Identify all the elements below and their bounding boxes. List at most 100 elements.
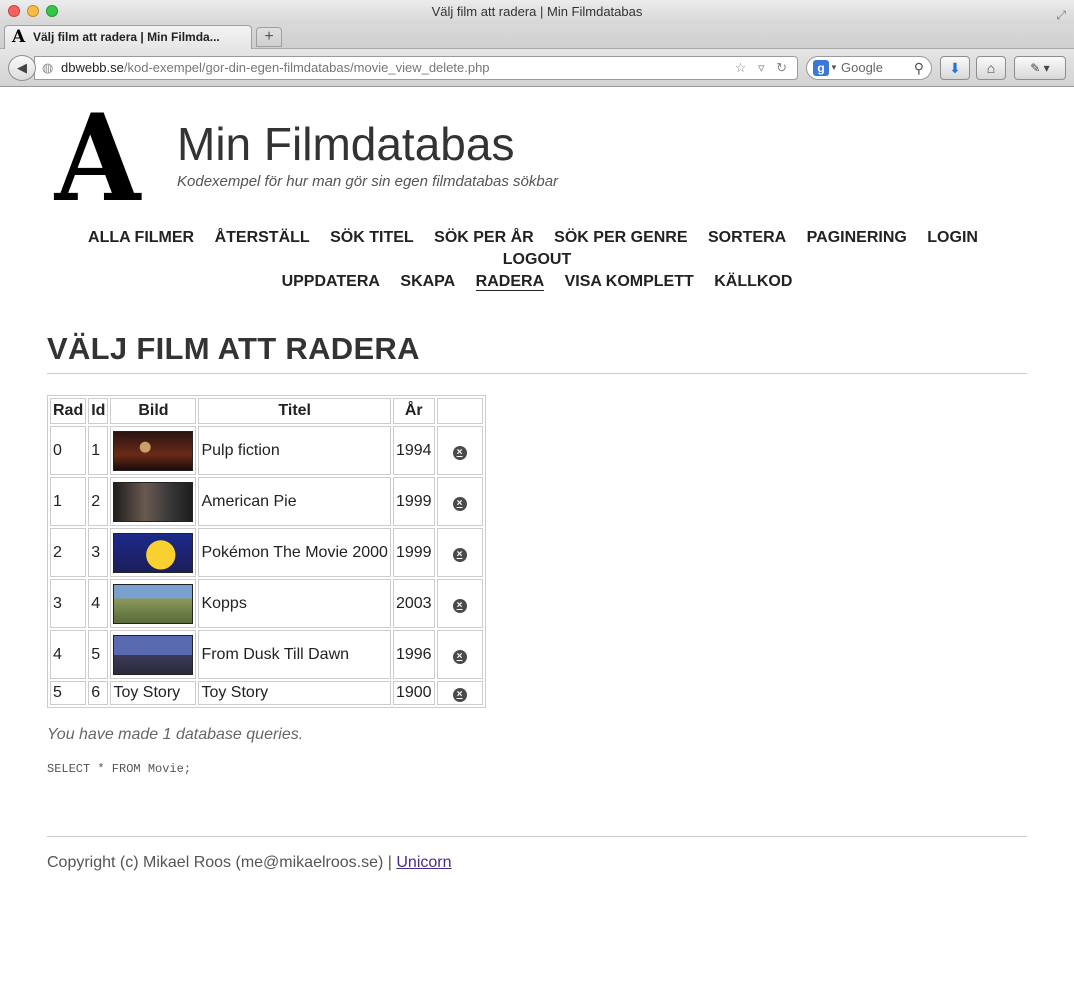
- image-cell: [110, 477, 197, 526]
- year-cell: 1900: [392, 681, 435, 705]
- search-input[interactable]: g ▼ Google ⚲: [806, 56, 932, 80]
- delete-cell: ×: [436, 630, 483, 679]
- year-cell: 2003: [392, 579, 435, 628]
- tab-label: Välj film att radera | Min Filmda...: [33, 30, 220, 44]
- table-row: 1 2 American Pie 1999 ×: [50, 477, 483, 526]
- footer-divider: [47, 836, 1027, 837]
- row-number-cell: 0: [50, 426, 87, 475]
- zoom-window-button[interactable]: [46, 5, 58, 17]
- table-row: 3 4 Kopps 2003 ×: [50, 579, 483, 628]
- from-dusk-thumb: [113, 634, 194, 675]
- table-row: 5 6 Toy Story Toy Story 1900 ×: [50, 681, 483, 705]
- id-cell: 5: [88, 630, 109, 679]
- main-navbar: ALLA FILMER ÅTERSTÄLL SÖK TITEL SÖK PER …: [47, 227, 1027, 293]
- delete-cell: ×: [436, 528, 483, 577]
- column-header: Id: [88, 398, 109, 424]
- nav-link-paginering[interactable]: PAGINERING: [807, 229, 907, 246]
- nav-link-visa-komplett[interactable]: VISA KOMPLETT: [565, 273, 694, 290]
- year-cell: 1994: [392, 426, 435, 475]
- column-header: Rad: [50, 398, 87, 424]
- back-button[interactable]: ◀: [8, 55, 36, 81]
- image-cell: [110, 528, 197, 577]
- chevron-down-icon[interactable]: ▼: [830, 57, 838, 79]
- site-title: Min Filmdatabas: [177, 118, 515, 170]
- delete-cell: ×: [436, 426, 483, 475]
- id-cell: 4: [88, 579, 109, 628]
- title-cell: Pulp fiction: [198, 426, 391, 475]
- globe-icon: ◍: [42, 60, 54, 75]
- image-cell: [110, 426, 197, 475]
- minimize-window-button[interactable]: [27, 5, 39, 17]
- nav-link-återställ[interactable]: ÅTERSTÄLL: [215, 229, 310, 246]
- row-number-cell: 2: [50, 528, 87, 577]
- id-cell: 2: [88, 477, 109, 526]
- title-cell: Kopps: [198, 579, 391, 628]
- window-title: Välj film att radera | Min Filmdatabas: [431, 4, 643, 19]
- delete-cell: ×: [436, 477, 483, 526]
- column-header: Bild: [110, 398, 197, 424]
- id-cell: 1: [88, 426, 109, 475]
- url-host: dbwebb.se: [61, 60, 124, 75]
- title-cell: From Dusk Till Dawn: [198, 630, 391, 679]
- table-row: 0 1 Pulp fiction 1994 ×: [50, 426, 483, 475]
- delete-icon[interactable]: ×: [452, 598, 467, 613]
- nav-link-radera[interactable]: RADERA: [475, 273, 545, 291]
- nav-link-källkod[interactable]: KÄLLKOD: [714, 273, 792, 290]
- sql-query: SELECT * FROM Movie;: [47, 762, 192, 776]
- column-header: [436, 398, 483, 424]
- row-number-cell: 1: [50, 477, 87, 526]
- home-button[interactable]: ⌂: [976, 56, 1006, 80]
- window-controls: [8, 5, 58, 17]
- download-button[interactable]: ⬇: [940, 56, 970, 80]
- image-alt-cell: Toy Story: [110, 681, 197, 705]
- page-content: A Min Filmdatabas Kodexempel för hur man…: [0, 87, 1074, 872]
- nav-link-alla-filmer[interactable]: ALLA FILMER: [88, 229, 194, 246]
- delete-cell: ×: [436, 681, 483, 705]
- address-bar[interactable]: ◍ dbwebb.se/kod-exempel/gor-din-egen-fil…: [34, 56, 798, 80]
- tab-bar: A Välj film att radera | Min Filmda... +: [0, 24, 1074, 49]
- delete-icon[interactable]: ×: [452, 445, 467, 460]
- delete-icon[interactable]: ×: [452, 649, 467, 664]
- site-logo[interactable]: A: [55, 99, 141, 219]
- page-title: VÄLJ FILM ATT RADERA: [47, 331, 1027, 374]
- table-row: 4 5 From Dusk Till Dawn 1996 ×: [50, 630, 483, 679]
- nav-link-sök-per-år[interactable]: SÖK PER ÅR: [434, 229, 534, 246]
- nav-link-sök-titel[interactable]: SÖK TITEL: [330, 229, 414, 246]
- nav-link-sök-per-genre[interactable]: SÖK PER GENRE: [554, 229, 687, 246]
- delete-icon[interactable]: ×: [452, 496, 467, 511]
- site-footer: Copyright (c) Mikael Roos (me@mikaelroos…: [47, 854, 1027, 872]
- bookmark-star-icon[interactable]: ☆ ▿ ↻: [735, 57, 791, 79]
- movie-table: Rad Id Bild Titel År 0 1 Pulp fiction 1994 × 1 2 Am…: [47, 395, 486, 708]
- nav-link-sortera[interactable]: SORTERA: [708, 229, 786, 246]
- nav-link-logout[interactable]: LOGOUT: [503, 251, 571, 268]
- column-header: År: [392, 398, 435, 424]
- row-number-cell: 4: [50, 630, 87, 679]
- tools-button[interactable]: ✎ ▾: [1014, 56, 1066, 80]
- table-row: 2 3 Pokémon The Movie 2000 1999 ×: [50, 528, 483, 577]
- window-titlebar: Välj film att radera | Min Filmdatabas ⤢: [0, 0, 1074, 24]
- queries-note: You have made 1 database queries.: [47, 726, 304, 743]
- url-path: /kod-exempel/gor-din-egen-filmdatabas/mo…: [123, 60, 490, 75]
- delete-icon[interactable]: ×: [452, 688, 467, 702]
- tab-active[interactable]: A Välj film att radera | Min Filmda...: [4, 25, 252, 49]
- pokemon-thumb: [113, 532, 194, 573]
- id-cell: 6: [88, 681, 109, 705]
- table-header-row: Rad Id Bild Titel År: [50, 398, 483, 424]
- title-cell: Toy Story: [198, 681, 391, 705]
- nav-link-uppdatera[interactable]: UPPDATERA: [282, 273, 380, 290]
- site-slogan: Kodexempel för hur man gör sin egen film…: [177, 173, 559, 190]
- delete-cell: ×: [436, 579, 483, 628]
- magnifier-icon[interactable]: ⚲: [914, 57, 924, 79]
- search-placeholder: Google: [841, 60, 883, 75]
- delete-icon[interactable]: ×: [452, 547, 467, 562]
- close-window-button[interactable]: [8, 5, 20, 17]
- google-icon[interactable]: g: [813, 60, 829, 76]
- year-cell: 1999: [392, 477, 435, 526]
- unicorn-link[interactable]: Unicorn: [396, 854, 451, 871]
- title-cell: American Pie: [198, 477, 391, 526]
- nav-link-login[interactable]: LOGIN: [927, 229, 978, 246]
- title-cell: Pokémon The Movie 2000: [198, 528, 391, 577]
- nav-link-skapa[interactable]: SKAPA: [400, 273, 455, 290]
- new-tab-button[interactable]: +: [256, 27, 282, 47]
- site-header: A Min Filmdatabas Kodexempel för hur man…: [47, 87, 1027, 227]
